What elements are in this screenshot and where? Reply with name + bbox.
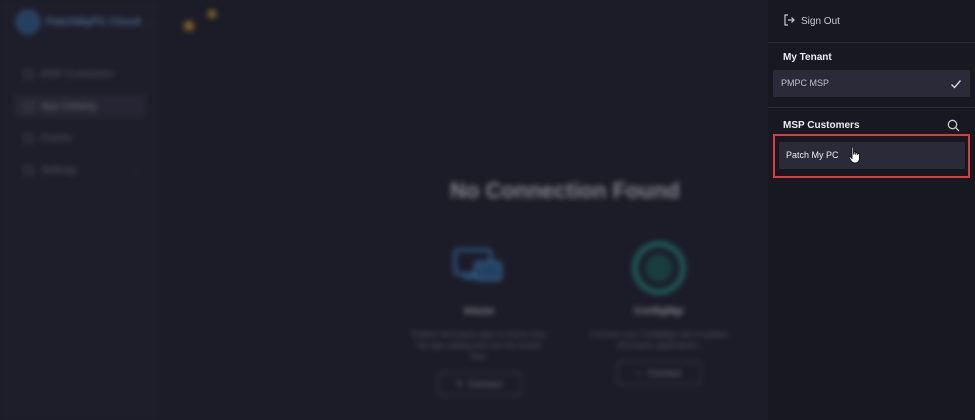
button-label: Connect — [647, 368, 681, 378]
logo-icon — [16, 10, 40, 34]
link-icon: ✎ — [455, 378, 464, 389]
chevron-down-icon: ⌄ — [132, 164, 140, 175]
notifications-button[interactable] — [178, 14, 214, 38]
sidebar-item-settings[interactable]: Settings ⌄ — [14, 158, 146, 182]
card-description: Publish third-party apps to Intune from … — [411, 330, 547, 361]
sign-out-icon — [783, 14, 795, 29]
card-title: Intune — [464, 306, 494, 317]
sidebar: PatchMyPC Cloud ‹ MSP Customers App Cata… — [0, 0, 160, 420]
sidebar-item-app-catalog[interactable]: App Catalog — [14, 94, 146, 118]
check-icon — [950, 77, 962, 95]
logo: PatchMyPC Cloud — [16, 10, 141, 34]
msp-customers-title: MSP Customers — [783, 120, 860, 131]
configmgr-icon — [629, 240, 689, 296]
notification-badge — [208, 10, 216, 18]
connection-card-intune: Intune Publish third-party apps to Intun… — [404, 240, 554, 396]
collapse-sidebar-icon[interactable]: ‹ — [150, 16, 153, 27]
empty-state-title: No Connection Found — [450, 178, 680, 203]
connect-intune-button[interactable]: ✎ Connect — [437, 372, 521, 396]
button-label: Connect — [468, 379, 503, 389]
users-icon — [24, 69, 33, 79]
sidebar-item-msp-customers[interactable]: MSP Customers — [14, 62, 146, 86]
sidebar-item-events[interactable]: Events — [14, 126, 146, 150]
card-description: Connect your ConfigMgr site to publish t… — [590, 330, 728, 350]
sidebar-item-label: Events — [41, 132, 72, 144]
tenant-item[interactable]: PMPC MSP — [773, 70, 970, 97]
sidebar-item-label: App Catalog — [41, 100, 97, 112]
sidebar-nav: MSP Customers App Catalog Events Setting… — [14, 62, 146, 190]
devices-icon — [449, 240, 509, 296]
sign-out-button[interactable]: Sign Out — [783, 14, 840, 29]
grid-icon — [24, 101, 33, 111]
connect-configmgr-button[interactable]: ○ Connect — [617, 361, 701, 385]
clock-icon — [24, 133, 33, 143]
bell-icon — [184, 21, 194, 31]
card-title: ConfigMgr — [634, 306, 684, 317]
sign-out-label: Sign Out — [801, 16, 840, 27]
my-tenant-title: My Tenant — [783, 52, 832, 63]
tenant-name: PMPC MSP — [781, 78, 830, 88]
gear-icon — [24, 165, 33, 175]
hand-cursor-icon — [848, 146, 862, 169]
divider — [768, 42, 975, 43]
sidebar-item-label: Settings — [41, 164, 78, 176]
customer-name: Patch My PC — [786, 150, 839, 160]
customer-item[interactable]: Patch My PC — [779, 142, 965, 169]
divider — [768, 107, 975, 108]
logo-text: PatchMyPC Cloud — [46, 16, 141, 28]
account-panel — [768, 0, 975, 420]
link-icon: ○ — [637, 368, 643, 378]
connection-card-configmgr: ConfigMgr Connect your ConfigMgr site to… — [584, 240, 734, 385]
sidebar-item-label: MSP Customers — [41, 68, 114, 80]
background-app: PatchMyPC Cloud ‹ MSP Customers App Cata… — [0, 0, 768, 420]
